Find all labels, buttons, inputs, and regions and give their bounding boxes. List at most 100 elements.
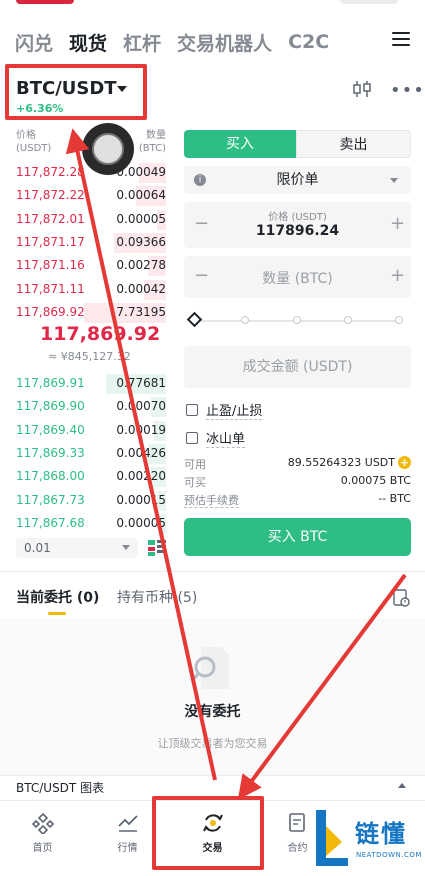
iceberg-label: 冰山单 — [206, 428, 246, 448]
tp-sl-option[interactable]: 止盈/止损 — [186, 400, 263, 420]
chart-drawer-label[interactable]: BTC/USDT 图表 — [16, 779, 104, 796]
active-tab-indicator — [48, 612, 66, 615]
minus-icon[interactable]: − — [194, 213, 209, 234]
info-icon[interactable]: i — [194, 174, 206, 186]
bid-price: 117,869.91 — [16, 376, 85, 390]
ask-price: 117,872.01 — [16, 211, 85, 226]
orderbook-qty-header: 数量 (BTC) — [130, 129, 166, 155]
bid-qty: 0.00426 — [116, 445, 166, 460]
bid-qty: 0.00220 — [116, 469, 166, 484]
ask-qty: 0.00278 — [116, 258, 166, 273]
sell-tab[interactable]: 卖出 — [296, 130, 411, 158]
ask-qty: 0.09366 — [116, 234, 166, 249]
chevron-down-icon — [122, 545, 130, 550]
home-icon — [31, 812, 54, 836]
ask-price: 117,872.22 — [16, 188, 85, 203]
tab-trading-bot[interactable]: 交易机器人 — [177, 29, 272, 56]
top-edge-mark-right — [340, 0, 398, 4]
market-icon — [117, 815, 138, 832]
tab-convert[interactable]: 闪兑 — [15, 29, 53, 56]
order-history-icon[interactable] — [392, 589, 410, 611]
candlestick-icon[interactable] — [352, 80, 372, 98]
tab-margin[interactable]: 杠杆 — [123, 29, 161, 56]
bid-qty: 0.77681 — [116, 376, 166, 390]
tab-holdings[interactable]: 持有币种 (5) — [117, 587, 197, 607]
price-input-label: 价格 (USDT) — [268, 212, 327, 223]
bid-price: 117,869.40 — [16, 422, 85, 437]
depth-view-icon[interactable] — [147, 538, 167, 558]
available-label: 可用 — [184, 458, 206, 471]
ask-qty: 0.00005 — [116, 211, 166, 226]
ask-price: 117,871.11 — [16, 281, 85, 296]
empty-orders-icon — [191, 645, 233, 693]
bid-row[interactable]: 117,869.90 0.00070 — [16, 396, 166, 418]
menu-icon[interactable] — [392, 32, 410, 48]
buy-tab[interactable]: 买入 — [184, 130, 296, 158]
touch-indicator-center — [92, 133, 124, 165]
quantity-placeholder[interactable]: 数量 (BTC) — [184, 268, 411, 288]
ask-row[interactable]: 117,872.01 0.00005 — [16, 209, 166, 231]
copy-trading-link[interactable]: 让顶级交易者为您交易 — [0, 735, 425, 751]
brand-domain: NEATDOWN.COM — [356, 851, 422, 859]
bid-row[interactable]: 117,869.91 0.77681 — [16, 373, 166, 395]
slider-thumb[interactable] — [186, 311, 203, 328]
bid-row[interactable]: 117,867.68 0.00005 — [16, 513, 166, 535]
more-icon[interactable]: ••• — [390, 80, 425, 101]
tab-spot[interactable]: 现货 — [69, 29, 107, 56]
ask-price: 117,871.17 — [16, 234, 85, 249]
bid-row[interactable]: 117,869.40 0.00019 — [16, 420, 166, 442]
chevron-down-icon — [390, 178, 398, 183]
buy-button[interactable]: 买入 BTC — [184, 518, 411, 556]
bid-price: 117,869.90 — [16, 399, 85, 414]
price-input-value[interactable]: 117896.24 — [184, 223, 411, 239]
qty-header-label: 数量 — [146, 130, 166, 141]
ask-row[interactable]: 117,871.11 0.00042 — [16, 279, 166, 301]
ask-price: 117,872.28 — [16, 165, 85, 179]
tab-c2c[interactable]: C2C — [288, 31, 329, 53]
iceberg-option[interactable]: 冰山单 — [186, 428, 246, 448]
tab-open-orders[interactable]: 当前委托 (0) — [16, 587, 99, 607]
bid-price: 117,869.33 — [16, 445, 85, 460]
chevron-up-icon[interactable] — [398, 783, 406, 788]
bid-qty: 0.00019 — [116, 422, 166, 437]
futures-icon — [288, 813, 305, 832]
bid-price: 117,867.73 — [16, 492, 85, 507]
bid-row[interactable]: 117,869.33 0.00426 — [16, 443, 166, 465]
ask-row[interactable]: 117,871.16 0.00278 — [16, 255, 166, 277]
mid-price-fiat: ≈ ¥845,127.32 — [48, 350, 131, 363]
top-edge-mark — [16, 0, 74, 4]
ask-qty: 0.00042 — [116, 281, 166, 296]
bid-price: 117,868.00 — [16, 469, 85, 484]
ask-row[interactable]: 117,869.92 7.73195 — [16, 302, 166, 324]
mid-price[interactable]: 117,869.92 — [40, 323, 160, 345]
empty-title: 没有委托 — [184, 704, 241, 720]
order-type-select[interactable]: 限价单 — [184, 166, 411, 194]
ask-row[interactable]: 117,872.22 0.00064 — [16, 185, 166, 207]
add-funds-icon[interactable]: + — [398, 456, 411, 469]
iceberg-checkbox[interactable] — [186, 432, 198, 444]
plus-icon[interactable]: + — [390, 213, 405, 234]
bid-price: 117,867.68 — [16, 515, 85, 530]
slider-stop-100[interactable] — [395, 316, 403, 324]
slider-stop-25[interactable] — [241, 316, 249, 324]
bid-qty: 0.00070 — [116, 399, 166, 414]
nav-home[interactable]: 首页 — [0, 812, 85, 854]
can-buy-row: 可买 0.00075 BTC — [184, 474, 411, 490]
ask-qty: 7.73195 — [116, 304, 166, 319]
slider-stop-50[interactable] — [293, 316, 301, 324]
slider-stop-75[interactable] — [344, 316, 352, 324]
annotation-box-pair — [5, 64, 147, 120]
bid-row[interactable]: 117,867.73 0.00015 — [16, 490, 166, 512]
ask-price: 117,871.16 — [16, 258, 85, 273]
total-amount-input[interactable]: 成交金额 (USDT) — [184, 346, 411, 388]
plus-icon[interactable]: + — [390, 265, 405, 286]
tp-sl-checkbox[interactable] — [186, 404, 198, 416]
qty-header-unit: (BTC) — [138, 143, 166, 154]
ask-qty: 0.00064 — [116, 188, 166, 203]
brand-logo — [316, 810, 348, 866]
ask-row[interactable]: 117,871.17 0.09366 — [16, 232, 166, 254]
orderbook-price-header: 价格 (USDT) — [16, 129, 51, 155]
bid-row[interactable]: 117,868.00 0.00220 — [16, 466, 166, 488]
minus-icon[interactable]: − — [194, 265, 209, 286]
precision-select[interactable]: 0.01 — [16, 538, 138, 558]
